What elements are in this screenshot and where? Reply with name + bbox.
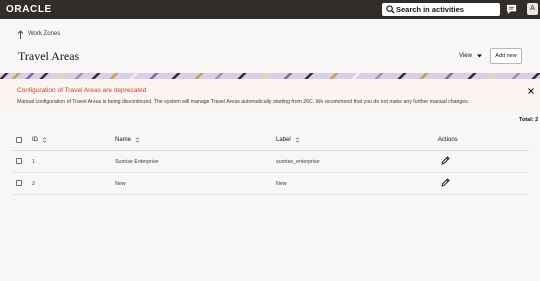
search-input[interactable]: Search in activities — [396, 4, 464, 15]
cell-id: 1 — [32, 159, 35, 165]
banner-message: Manual configuration of Travel Areas is … — [17, 99, 470, 105]
column-header-label-label: Label — [276, 137, 291, 143]
cell-label: sunrise_enterprise — [276, 159, 320, 165]
deprecation-banner: Configuration of Travel Areas are deprec… — [0, 80, 540, 110]
edit-icon[interactable] — [441, 178, 450, 187]
edit-icon[interactable] — [441, 156, 450, 165]
row-checkbox[interactable] — [16, 180, 22, 186]
row-checkbox[interactable] — [16, 158, 22, 164]
chevron-down-icon — [476, 54, 482, 58]
table-row[interactable]: 1 Sunrise Enterprise sunrise_enterprise — [13, 151, 529, 173]
column-header-actions-label: Actions — [438, 137, 458, 143]
column-header-actions: Actions — [438, 137, 458, 143]
table-row[interactable]: 2 New New — [13, 173, 529, 195]
cell-label: New — [276, 181, 287, 187]
view-label: View — [459, 53, 472, 59]
search-icon — [386, 5, 395, 14]
cell-name: New — [115, 181, 126, 187]
sort-icon — [42, 137, 47, 143]
add-new-button[interactable]: Add new — [490, 48, 522, 64]
banner-title: Configuration of Travel Areas are deprec… — [17, 87, 147, 94]
chat-icon[interactable] — [506, 4, 517, 15]
user-avatar[interactable]: A — [527, 3, 538, 15]
sort-icon — [135, 137, 140, 143]
select-all-checkbox[interactable] — [16, 137, 22, 143]
view-menu-button[interactable]: View — [459, 53, 482, 59]
breadcrumb[interactable]: Work Zones — [17, 29, 60, 39]
breadcrumb-label[interactable]: Work Zones — [28, 31, 60, 37]
close-icon[interactable] — [528, 88, 534, 94]
search-box[interactable]: Search in activities — [382, 3, 500, 16]
arrow-up-icon — [17, 29, 24, 39]
column-header-label[interactable]: Label — [276, 137, 300, 143]
column-header-name-label: Name — [115, 137, 132, 143]
cell-name: Sunrise Enterprise — [115, 159, 159, 165]
decorative-pattern — [0, 73, 540, 79]
table-header: ID Name Label Actions — [13, 128, 529, 151]
column-header-name[interactable]: Name — [115, 137, 140, 143]
oracle-logo[interactable]: ORACLE — [6, 4, 52, 15]
column-header-id[interactable]: ID — [32, 137, 47, 143]
column-header-id-label: ID — [32, 137, 38, 143]
page-title: Travel Areas — [18, 49, 80, 63]
travel-areas-table: ID Name Label Actions 1 Sunrise Enterpri… — [13, 128, 529, 195]
sort-icon — [295, 137, 299, 143]
cell-id: 2 — [32, 181, 35, 187]
top-bar: ORACLE Search in activities A — [0, 0, 540, 19]
total-count: Total: 2 — [519, 117, 539, 123]
